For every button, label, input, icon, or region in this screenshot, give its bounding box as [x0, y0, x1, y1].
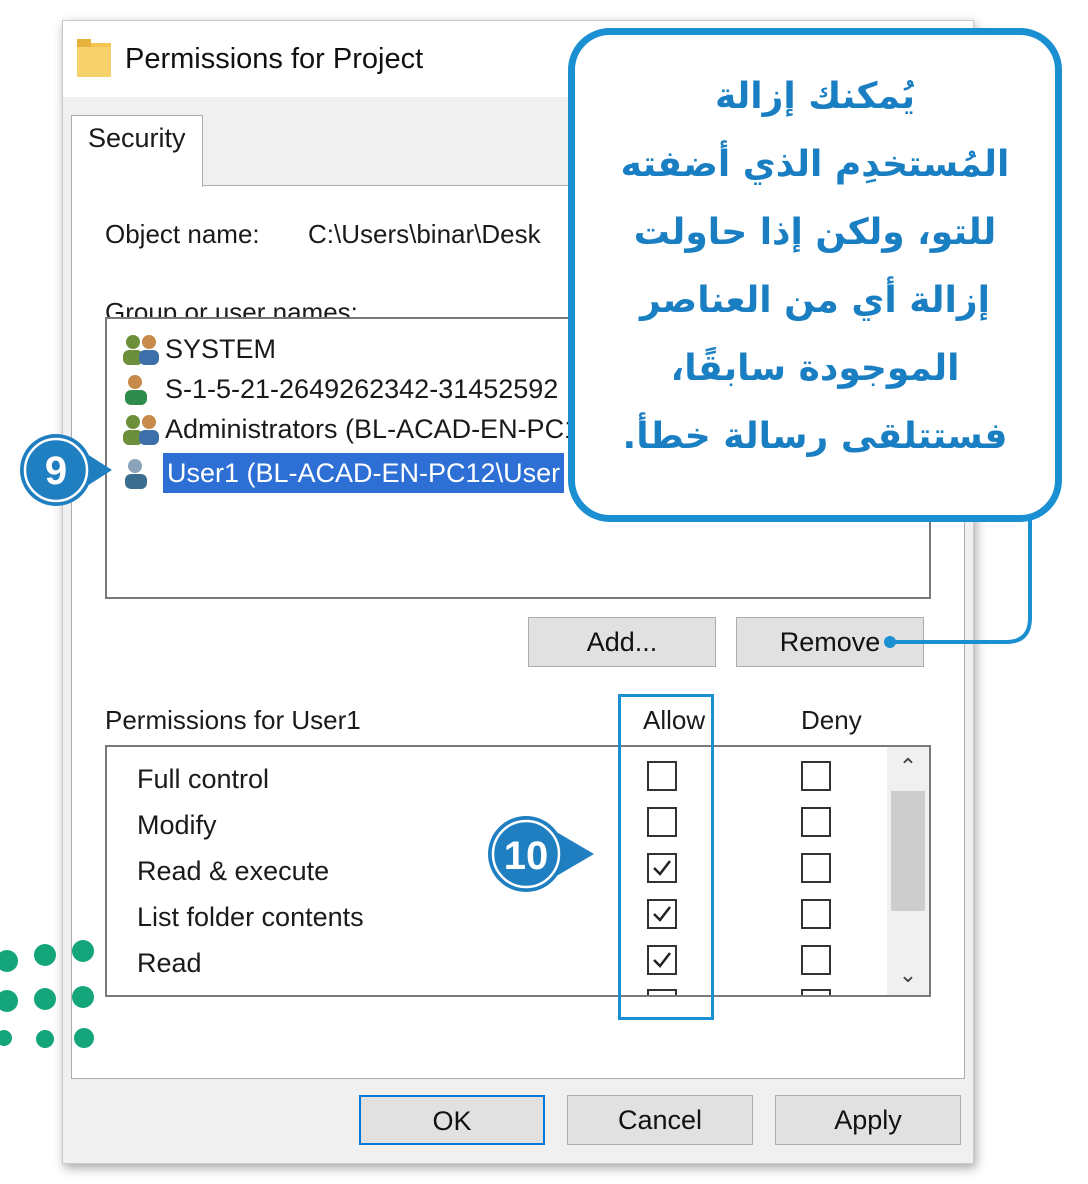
- group-users-icon: [123, 335, 159, 365]
- user-name: Administrators (BL-ACAD-EN-PC1: [165, 414, 580, 444]
- permission-name: Read: [137, 948, 202, 978]
- logo-dot: [36, 1030, 54, 1048]
- permission-name: Modify: [137, 810, 217, 840]
- permission-row: Read: [137, 943, 877, 983]
- permission-row: Full control: [137, 759, 877, 799]
- callout-box: يُمكنك إزالة المُستخدِم الذي أضفته للتو،…: [568, 28, 1062, 522]
- step-9-number: 9: [45, 449, 67, 493]
- user-name: S-1-5-21-2649262342-31452592: [165, 374, 559, 404]
- user-icon: [125, 375, 147, 405]
- logo-dot: [34, 988, 56, 1010]
- deny-checkbox[interactable]: [801, 853, 831, 883]
- step-9-badge: 9: [20, 434, 112, 506]
- window-title: Permissions for Project: [125, 43, 424, 75]
- permission-name: List folder contents: [137, 902, 364, 932]
- scroll-thumb[interactable]: [891, 791, 925, 911]
- object-name-label: Object name:: [105, 219, 260, 249]
- allow-column-highlight: [618, 694, 714, 1020]
- scroll-down-icon[interactable]: ⌄: [887, 955, 929, 995]
- step-10-badge: 10: [488, 816, 594, 892]
- permissions-label: Permissions for User1: [105, 705, 361, 735]
- permission-row: List folder contents: [137, 897, 877, 937]
- add-button[interactable]: Add...: [528, 617, 716, 667]
- user-name: SYSTEM: [165, 334, 277, 364]
- deny-checkbox[interactable]: [801, 761, 831, 791]
- logo-dot: [72, 940, 94, 962]
- logo-dot: [0, 1030, 12, 1046]
- callout-line: يُمكنك إزالة: [714, 76, 916, 117]
- callout-line: المُستخدِم الذي أضفته: [620, 144, 1010, 185]
- step-10-number: 10: [504, 834, 549, 878]
- apply-button[interactable]: Apply: [775, 1095, 961, 1145]
- logo-dot: [74, 1028, 94, 1048]
- callout-text: يُمكنك إزالة المُستخدِم الذي أضفته للتو،…: [595, 63, 1035, 471]
- callout-line: للتو، ولكن إذا حاولت: [633, 212, 997, 253]
- logo-dot: [72, 986, 94, 1008]
- deny-checkbox-partial: [801, 989, 831, 995]
- permissions-scrollbar[interactable]: ⌃ ⌄: [887, 747, 929, 995]
- folder-icon: [77, 39, 111, 77]
- deny-checkbox[interactable]: [801, 807, 831, 837]
- object-name-value: C:\Users\binar\Desk: [308, 219, 541, 249]
- logo-dot: [0, 990, 18, 1012]
- ok-button[interactable]: OK: [359, 1095, 545, 1145]
- deny-column-header: Deny: [801, 705, 862, 735]
- deny-checkbox[interactable]: [801, 945, 831, 975]
- logo-dot: [34, 944, 56, 966]
- logo-dot: [0, 950, 18, 972]
- cancel-button[interactable]: Cancel: [567, 1095, 753, 1145]
- permission-name: Full control: [137, 764, 270, 794]
- tab-security[interactable]: Security: [71, 115, 203, 187]
- callout-connector: [884, 502, 1032, 648]
- deny-checkbox[interactable]: [801, 899, 831, 929]
- callout-line: فستتلقى رسالة خطأ.: [622, 416, 1008, 457]
- callout-line: الموجودة سابقًا،: [670, 348, 960, 389]
- callout-line: إزالة أي من العناصر: [640, 280, 990, 321]
- scroll-up-icon[interactable]: ⌃: [887, 747, 929, 787]
- user-name: User1 (BL-ACAD-EN-PC12\User: [163, 453, 565, 493]
- permission-name: Read & execute: [137, 856, 330, 886]
